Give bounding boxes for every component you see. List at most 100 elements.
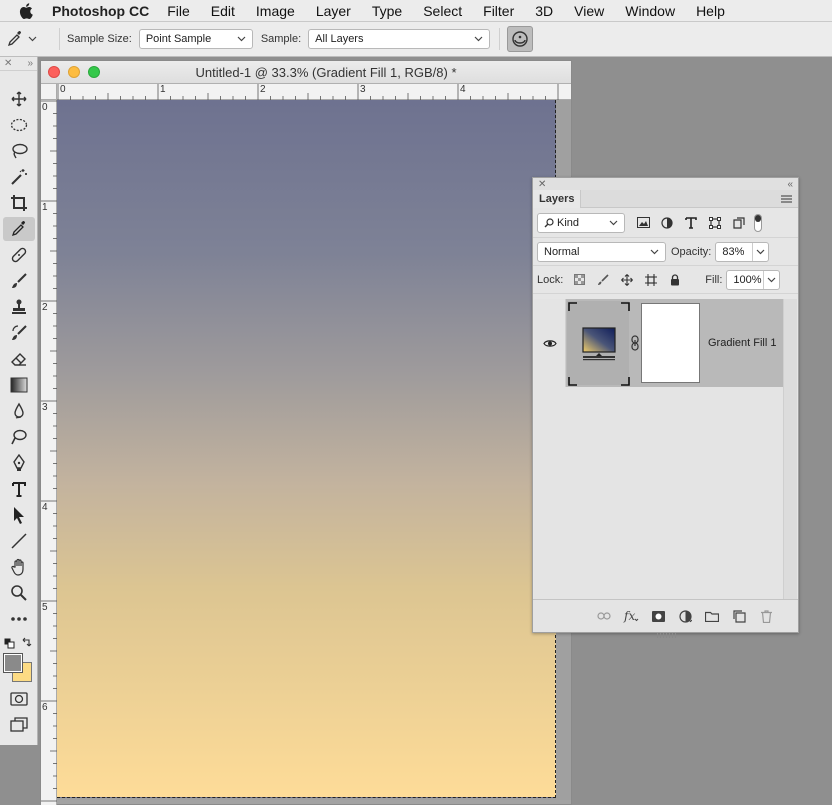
menu-edit[interactable]: Edit xyxy=(211,3,235,19)
minimize-window-button[interactable] xyxy=(68,66,80,78)
swap-colors-icon[interactable] xyxy=(21,637,32,648)
lock-all-button[interactable] xyxy=(663,270,687,290)
apple-icon[interactable] xyxy=(0,2,52,19)
brush-tool[interactable] xyxy=(3,269,35,293)
menu-view[interactable]: View xyxy=(574,3,604,19)
lasso-tool-icon xyxy=(10,142,28,160)
lock-position-button[interactable] xyxy=(615,270,639,290)
close-icon[interactable]: ✕ xyxy=(4,58,12,69)
tab-layers[interactable]: Layers xyxy=(533,189,582,208)
sampling-ring-button[interactable] xyxy=(507,26,534,52)
lock-transparent-pixels-button[interactable] xyxy=(567,270,591,290)
tool-preset-picker[interactable] xyxy=(6,30,52,48)
more-tools[interactable] xyxy=(3,607,35,631)
new-layer-button[interactable] xyxy=(729,606,749,626)
layer-visibility-toggle[interactable] xyxy=(534,299,566,387)
lock-artboard-button[interactable] xyxy=(639,270,663,290)
layer-fill-thumbnail[interactable] xyxy=(567,301,630,386)
ruler-label: 6 xyxy=(42,702,48,713)
dodge-tool[interactable] xyxy=(3,425,35,449)
app-name-menu[interactable]: Photoshop CC xyxy=(52,3,149,19)
collapse-icon[interactable]: » xyxy=(27,58,33,69)
zoom-tool[interactable] xyxy=(3,581,35,605)
filter-smart-object-button[interactable] xyxy=(727,213,751,233)
gradient-fill-icon xyxy=(582,327,616,361)
collapse-icon[interactable]: « xyxy=(787,179,793,190)
type-tool[interactable] xyxy=(3,477,35,501)
pen-tool[interactable] xyxy=(3,451,35,475)
zoom-window-button[interactable] xyxy=(88,66,100,78)
canvas-area[interactable] xyxy=(57,100,571,800)
vertical-ruler[interactable]: 0 1 2 3 4 5 6 xyxy=(41,100,57,805)
close-icon[interactable]: ✕ xyxy=(538,179,546,190)
screen-mode-button[interactable] xyxy=(3,713,35,737)
filter-shape-button[interactable] xyxy=(703,213,727,233)
eraser-tool[interactable] xyxy=(3,347,35,371)
layer-link-icon[interactable] xyxy=(629,335,641,351)
link-layers-button[interactable] xyxy=(594,606,614,626)
menu-3d[interactable]: 3D xyxy=(535,3,553,19)
gradient-tool[interactable] xyxy=(3,373,35,397)
sample-size-dropdown[interactable]: Point Sample xyxy=(138,29,253,49)
opacity-value: 83% xyxy=(722,245,745,258)
resize-grip[interactable] xyxy=(657,633,677,638)
close-window-button[interactable] xyxy=(48,66,60,78)
history-brush-tool[interactable] xyxy=(3,321,35,345)
move-tool[interactable] xyxy=(3,87,35,111)
filter-adjustment-button[interactable] xyxy=(655,213,679,233)
lock-fill-row: Lock: Fill: 100% xyxy=(533,266,798,294)
menu-filter[interactable]: Filter xyxy=(483,3,514,19)
lasso-tool[interactable] xyxy=(3,139,35,163)
foreground-color-swatch[interactable] xyxy=(3,653,23,673)
horizontal-ruler[interactable]: 0 1 2 3 4 xyxy=(57,84,571,100)
eyedropper-tool[interactable] xyxy=(3,217,35,241)
layers-scrollbar[interactable] xyxy=(783,299,797,600)
eraser-tool-icon xyxy=(10,350,28,368)
filter-type-button[interactable] xyxy=(679,213,703,233)
menu-image[interactable]: Image xyxy=(256,3,295,19)
filter-pixel-button[interactable] xyxy=(631,213,655,233)
filter-toggle-switch[interactable] xyxy=(754,213,762,232)
new-adjustment-layer-button[interactable] xyxy=(675,606,695,626)
magic-wand-tool[interactable] xyxy=(3,165,35,189)
menu-help[interactable]: Help xyxy=(696,3,725,19)
adjustment-icon xyxy=(661,216,673,229)
fill-chevron-button[interactable] xyxy=(763,270,779,289)
path-selection-tool[interactable] xyxy=(3,503,35,527)
filter-kind-dropdown[interactable]: Kind xyxy=(537,212,625,233)
delete-layer-button[interactable] xyxy=(756,606,776,626)
menu-file[interactable]: File xyxy=(167,3,190,19)
fill-field[interactable]: 100% xyxy=(726,269,781,290)
layer-name[interactable]: Gradient Fill 1 xyxy=(708,337,776,349)
opacity-field[interactable]: 83% xyxy=(715,241,770,262)
marquee-tool[interactable] xyxy=(3,113,35,137)
menu-window[interactable]: Window xyxy=(625,3,675,19)
quick-mask-button[interactable] xyxy=(3,687,35,711)
sample-dropdown[interactable]: All Layers xyxy=(308,29,491,49)
add-layer-style-button[interactable]: fx xyxy=(621,606,641,626)
add-mask-button[interactable] xyxy=(648,606,668,626)
menu-type[interactable]: Type xyxy=(372,3,402,19)
menu-layer[interactable]: Layer xyxy=(316,3,351,19)
menu-select[interactable]: Select xyxy=(423,3,462,19)
lock-image-pixels-button[interactable] xyxy=(591,270,615,290)
clone-stamp-tool[interactable] xyxy=(3,295,35,319)
new-group-button[interactable] xyxy=(702,606,722,626)
ruler-origin[interactable] xyxy=(41,84,57,100)
document-canvas[interactable] xyxy=(57,100,556,798)
blend-mode-dropdown[interactable]: Normal xyxy=(537,241,666,262)
blur-tool[interactable] xyxy=(3,399,35,423)
brush-tool-icon xyxy=(10,272,28,290)
layer-row[interactable]: Gradient Fill 1 xyxy=(534,299,784,387)
opacity-chevron-button[interactable] xyxy=(752,242,768,261)
lock-label: Lock: xyxy=(537,273,564,286)
default-colors-icon[interactable] xyxy=(4,638,15,649)
layers-list[interactable]: Gradient Fill 1 xyxy=(534,299,784,600)
tools-panel: ✕ » xyxy=(0,57,38,745)
hand-tool[interactable] xyxy=(3,555,35,579)
line-tool[interactable] xyxy=(3,529,35,553)
healing-brush-tool[interactable] xyxy=(3,243,35,267)
layer-mask-thumbnail[interactable] xyxy=(641,303,700,383)
crop-tool[interactable] xyxy=(3,191,35,215)
panel-menu-icon[interactable] xyxy=(781,194,792,203)
